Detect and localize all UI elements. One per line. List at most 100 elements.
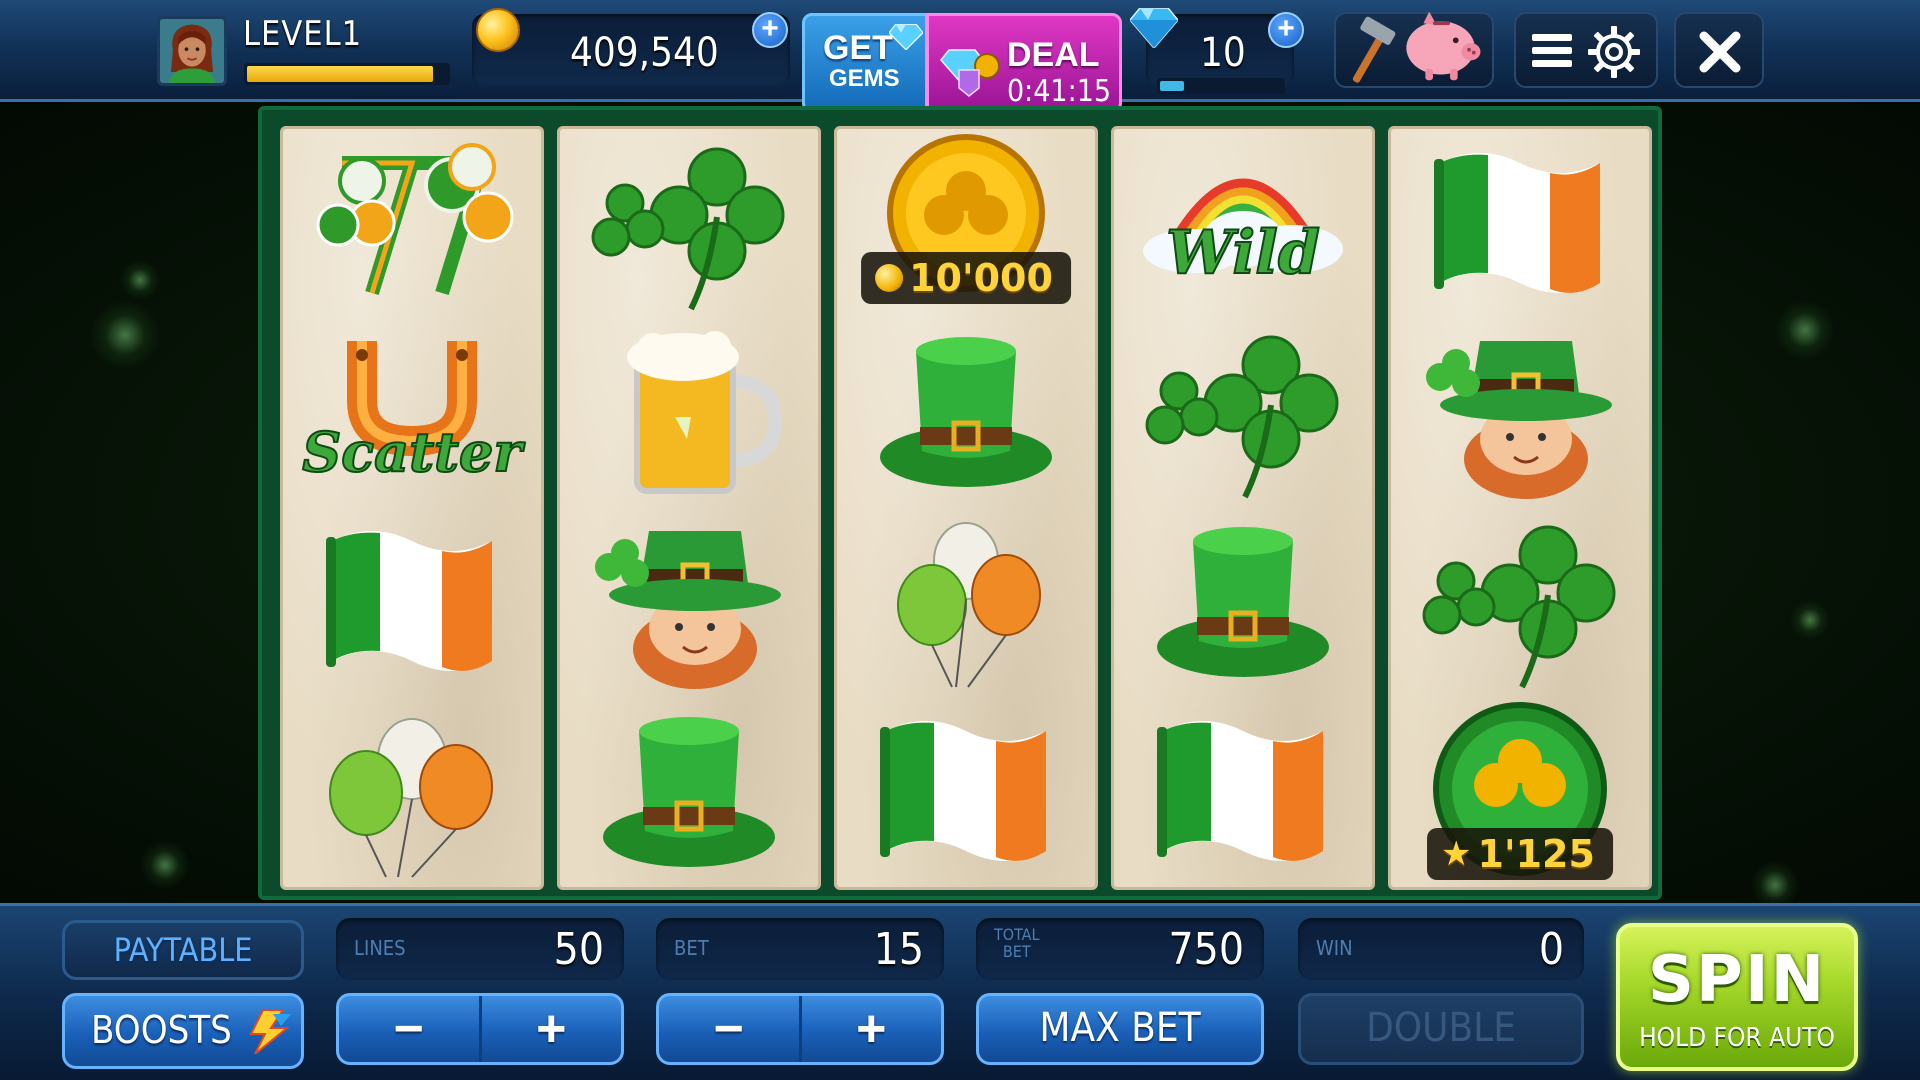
symbol-green-coin-bonus: ★ 1'125 (1388, 696, 1652, 886)
add-coins-button[interactable]: + (752, 12, 788, 48)
coins-balance: 409,540 (570, 30, 719, 76)
top-hat-icon (603, 717, 775, 867)
symbol-balloons (834, 506, 1098, 696)
lines-label: LINES (354, 936, 406, 960)
deal-button[interactable]: DEAL 0:41:15 (926, 13, 1122, 113)
leprechaun-icon (1426, 341, 1612, 499)
hammer-piggy-bank-icon (1352, 11, 1481, 83)
irish-flag-icon (1434, 153, 1600, 293)
lines-value: 50 (553, 924, 604, 975)
level-label: LEVEL1 (243, 14, 363, 54)
total-bet-value: 750 (1168, 924, 1244, 975)
win-value: 0 (1538, 924, 1564, 975)
symbol-gold-coin-jackpot: 10'000 (834, 128, 1098, 318)
symbol-leprechaun (557, 506, 821, 696)
top-hat-icon (1157, 527, 1329, 677)
wild-text: Wild (1166, 218, 1320, 288)
bet-increase-button[interactable]: + (798, 996, 942, 1062)
symbol-balloons (280, 696, 544, 886)
symbol-beer-mug (557, 316, 821, 506)
horseshoe-scatter-icon: Scatter (301, 341, 526, 485)
xp-progress-bar (244, 63, 450, 85)
spin-button[interactable]: SPIN HOLD FOR AUTO (1616, 923, 1858, 1071)
add-gems-button[interactable]: + (1268, 12, 1304, 48)
symbol-horseshoe-scatter: Scatter (280, 316, 544, 506)
win-field: WIN 0 (1298, 918, 1584, 980)
avatar[interactable] (157, 16, 227, 86)
top-hat-icon (880, 337, 1052, 487)
bonus-value: 1'125 (1477, 832, 1595, 876)
double-label: DOUBLE (1366, 1005, 1516, 1051)
irish-flag-icon (1157, 721, 1323, 861)
symbol-four-leaf-clover (1111, 316, 1375, 506)
boosts-button[interactable]: BOOSTS (62, 993, 304, 1069)
menu-settings-button[interactable] (1514, 12, 1658, 88)
lines-field: LINES 50 (336, 918, 624, 980)
symbol-sevens-shamrock (280, 128, 544, 318)
reel-5: ★ 1'125 (1388, 126, 1652, 890)
beer-mug-icon (627, 331, 783, 494)
bet-value: 15 (873, 924, 924, 975)
total-bet-label: TOTAL BET (994, 926, 1040, 960)
paytable-label: PAYTABLE (113, 931, 253, 969)
close-icon (1699, 31, 1741, 73)
gem-progress-fill (1160, 81, 1185, 91)
symbol-irish-flag (280, 506, 544, 696)
lightning-icon (249, 1010, 291, 1054)
symbol-four-leaf-clover (1388, 506, 1652, 696)
leprechaun-icon (595, 531, 781, 689)
get-gems-button[interactable]: GET GEMS (802, 13, 928, 113)
symbol-leprechaun (1388, 316, 1652, 506)
jackpot-value: 10'000 (909, 256, 1053, 300)
xp-progress-fill (247, 66, 433, 82)
coin-icon (875, 264, 904, 292)
gem-icon (889, 24, 923, 50)
scatter-text: Scatter (302, 420, 525, 484)
symbol-top-hat (1111, 506, 1375, 696)
reel-4: Wild (1111, 126, 1375, 890)
piggy-bank-button[interactable] (1334, 11, 1494, 88)
shamrock-sevens-icon (316, 143, 514, 296)
reel-1: Scatter (280, 126, 544, 890)
spin-label: SPIN (1647, 943, 1827, 1017)
lines-increase-button[interactable]: + (478, 996, 622, 1062)
symbol-four-leaf-clover (557, 128, 821, 318)
symbol-top-hat (834, 316, 1098, 506)
max-bet-label: MAX BET (1039, 1005, 1201, 1051)
star-icon: ★ (1441, 834, 1472, 874)
total-bet-field: TOTAL BET 750 (976, 918, 1264, 980)
double-button[interactable]: DOUBLE (1298, 993, 1584, 1065)
symbol-irish-flag (834, 696, 1098, 886)
close-button[interactable] (1674, 12, 1764, 88)
bet-field: BET 15 (656, 918, 944, 980)
bet-stepper: − + (656, 993, 944, 1065)
deal-label: DEAL (1007, 36, 1100, 74)
gear-icon (1588, 26, 1640, 78)
max-bet-button[interactable]: MAX BET (976, 993, 1264, 1065)
paytable-button[interactable]: PAYTABLE (62, 920, 304, 980)
rainbow-wild-icon: Wild (1143, 178, 1343, 289)
coin-icon (476, 8, 520, 52)
reel-2 (557, 126, 821, 890)
win-label: WIN (1316, 936, 1353, 960)
balloons-icon (897, 522, 1041, 688)
spin-sublabel: HOLD FOR AUTO (1639, 1023, 1835, 1053)
bet-decrease-button[interactable]: − (659, 996, 799, 1062)
reel-frame: Scatter 10'000 Wild ★ 1'125 (258, 106, 1662, 900)
lines-decrease-button[interactable]: − (339, 996, 479, 1062)
add-coins-plus-icon: + (761, 12, 779, 45)
gem-progress-bar (1157, 78, 1285, 94)
lines-stepper: − + (336, 993, 624, 1065)
clover-icon (591, 147, 785, 311)
irish-flag-icon (880, 721, 1046, 861)
bonus-value-label: ★ 1'125 (1427, 828, 1613, 880)
top-bar: LEVEL1 409,540 + GET GEMS DEAL 0:41:15 1… (0, 0, 1920, 113)
jackpot-value-label: 10'000 (861, 252, 1071, 304)
reel-3: 10'000 (834, 126, 1098, 890)
deal-gem-coin-icon (940, 49, 1000, 97)
irish-flag-icon (326, 531, 492, 671)
symbol-irish-flag (1111, 696, 1375, 886)
menu-icon (1532, 34, 1572, 67)
total-bet-label-line2: BET (1002, 942, 1031, 961)
symbol-irish-flag (1388, 128, 1652, 318)
